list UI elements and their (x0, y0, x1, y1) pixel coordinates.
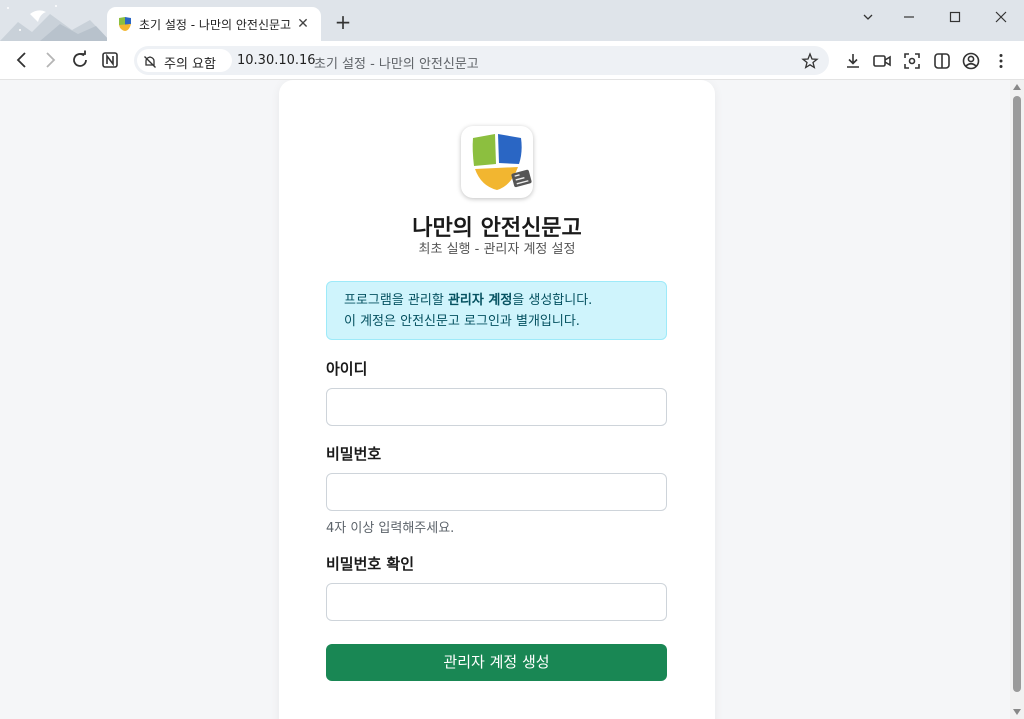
app-logo-shield-icon (461, 126, 533, 198)
screenshot-icon[interactable] (902, 51, 922, 71)
tab-title: 초기 설정 - 나만의 안전신문고 (139, 18, 292, 32)
security-chip-label: 주의 요함 (164, 57, 216, 72)
download-icon[interactable] (843, 51, 863, 71)
side-panel-icon[interactable] (932, 51, 952, 71)
page-scrollbar[interactable] (1010, 80, 1024, 719)
not-secure-icon (143, 54, 157, 68)
browser-tab-active[interactable]: 초기 설정 - 나만의 안전신문고 ✕ (107, 7, 321, 41)
scrollbar-thumb[interactable] (1013, 96, 1021, 692)
page-viewport: 나만의 안전신문고 최초 실행 - 관리자 계정 설정 프로그램을 관리할 관리… (0, 80, 1010, 719)
password-confirm-label: 비밀번호 확인 (326, 555, 415, 573)
extension-n-icon[interactable] (99, 49, 121, 71)
create-admin-button[interactable]: 관리자 계정 생성 (326, 644, 667, 681)
back-arrow-icon[interactable] (11, 49, 33, 71)
scroll-down-arrow-icon[interactable] (1013, 709, 1021, 715)
new-tab-button[interactable]: + (333, 12, 353, 32)
username-input[interactable] (326, 388, 667, 426)
video-camera-icon[interactable] (872, 51, 892, 71)
setup-card: 나만의 안전신문고 최초 실행 - 관리자 계정 설정 프로그램을 관리할 관리… (279, 80, 715, 719)
username-label: 아이디 (326, 360, 368, 378)
maximize-icon[interactable] (940, 6, 970, 28)
forward-arrow-icon[interactable] (39, 49, 61, 71)
password-confirm-input[interactable] (326, 583, 667, 621)
alert-line-1: 프로그램을 관리할 관리자 계정을 생성합니다. (344, 293, 593, 308)
scroll-up-arrow-icon[interactable] (1013, 84, 1021, 90)
info-alert: 프로그램을 관리할 관리자 계정을 생성합니다. 이 계정은 안전신문고 로그인… (326, 281, 667, 340)
alert-line-2: 이 계정은 안전신문고 로그인과 별개입니다. (344, 314, 580, 329)
security-warning-chip[interactable]: 주의 요함 (137, 49, 232, 72)
tab-search-icon[interactable] (853, 6, 883, 28)
alert-bold-text: 관리자 계정 (447, 293, 513, 308)
password-input[interactable] (326, 473, 667, 511)
bookmark-star-icon[interactable] (801, 52, 819, 70)
app-subtitle: 최초 실행 - 관리자 계정 설정 (418, 242, 576, 257)
tab-close-icon[interactable]: ✕ (293, 14, 313, 34)
browser-toolbar: 주의 요함 10.30.10.16 초기 설정 - 나만의 안전신문고 (0, 41, 1024, 80)
minimize-icon[interactable] (894, 6, 924, 28)
menu-kebab-icon[interactable] (991, 51, 1011, 71)
password-label: 비밀번호 (326, 445, 382, 463)
reload-icon[interactable] (69, 49, 91, 71)
url-host: 10.30.10.16 (237, 53, 316, 68)
url-page-title: 초기 설정 - 나만의 안전신문고 (314, 57, 479, 72)
password-hint: 4자 이상 입력해주세요. (326, 521, 455, 536)
title-bar: 초기 설정 - 나만의 안전신문고 ✕ + (0, 0, 1024, 41)
profile-icon[interactable] (961, 51, 981, 71)
shield-favicon-icon (117, 16, 133, 32)
close-window-icon[interactable] (986, 6, 1016, 28)
address-bar[interactable]: 주의 요함 10.30.10.16 초기 설정 - 나만의 안전신문고 (134, 46, 829, 75)
theme-decoration (0, 0, 110, 41)
